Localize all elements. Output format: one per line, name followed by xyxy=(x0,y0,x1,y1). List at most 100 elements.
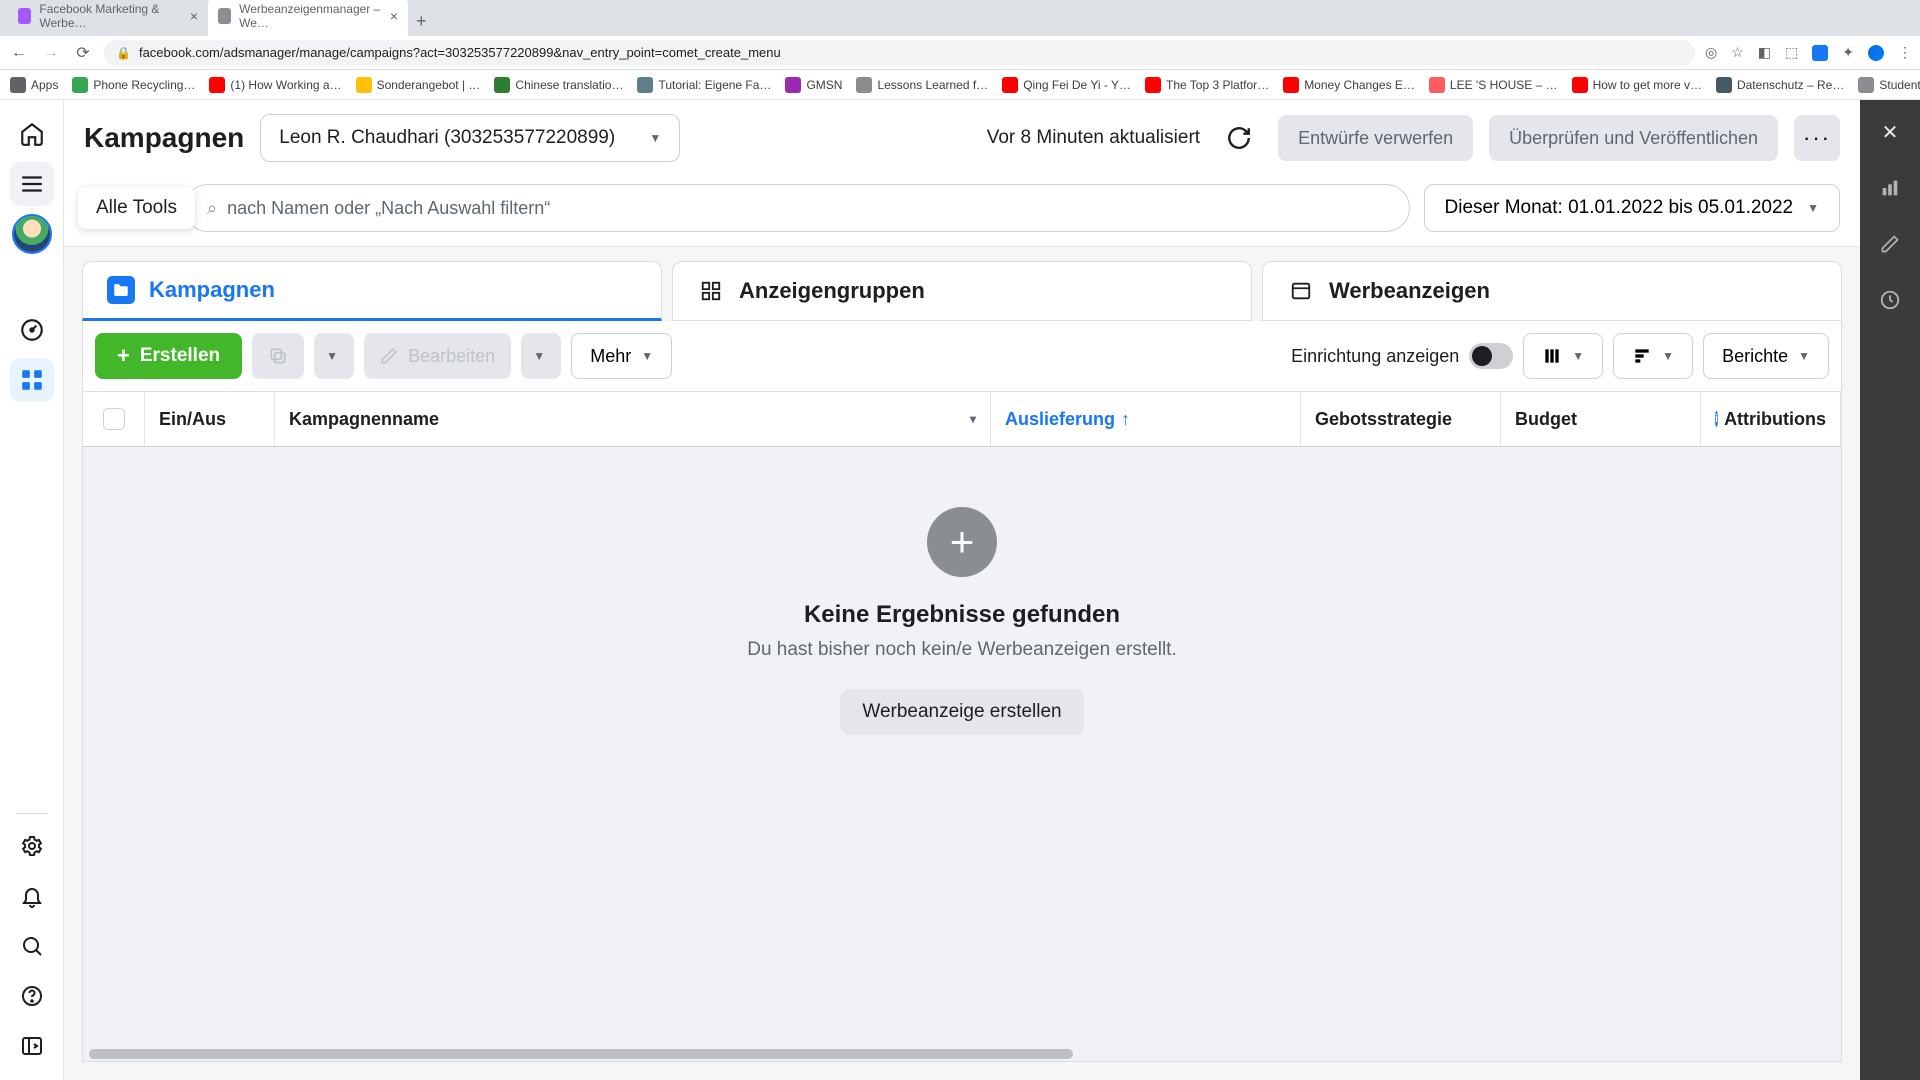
folder-icon xyxy=(107,276,135,304)
bookmark-item[interactable]: Datenschutz – Re… xyxy=(1716,77,1844,93)
chevron-down-icon: ▼ xyxy=(1798,349,1810,363)
menu-icon[interactable]: ⋮ xyxy=(1898,44,1912,61)
search-input[interactable]: ⌕ nach Namen oder „Nach Auswahl filtern“ xyxy=(184,184,1410,232)
column-name[interactable]: Kampagnenname ▾ xyxy=(275,392,991,446)
avatar[interactable] xyxy=(10,212,54,256)
bookmark-item[interactable]: Phone Recycling… xyxy=(72,77,195,93)
create-button[interactable]: + Erstellen xyxy=(95,333,242,379)
edit-icon[interactable] xyxy=(1872,226,1908,262)
tab-adsets[interactable]: Anzeigengruppen xyxy=(672,261,1252,321)
charts-icon[interactable] xyxy=(1872,170,1908,206)
puzzle-icon[interactable]: ✦ xyxy=(1842,44,1854,61)
bookmark-item[interactable]: How to get more v… xyxy=(1572,77,1702,93)
object-tabs: Kampagnen Anzeigengruppen Werbeanzeigen xyxy=(64,247,1860,321)
action-toolbar: + Erstellen ▼ Bearbeiten ▼ Mehr ▼ Einric… xyxy=(82,321,1842,391)
column-attribution[interactable]: i Attributions xyxy=(1701,392,1841,446)
breakdown-dropdown[interactable]: ▼ xyxy=(1613,333,1693,379)
date-range-dropdown[interactable]: Dieser Monat: 01.01.2022 bis 05.01.2022 … xyxy=(1424,184,1840,232)
favicon-icon xyxy=(218,8,231,24)
bookmark-item[interactable]: Sonderangebot | … xyxy=(356,77,481,93)
edit-dropdown: ▼ xyxy=(521,333,561,379)
account-dropdown[interactable]: Leon R. Chaudhari (303253577220899) ▼ xyxy=(260,114,680,162)
bookmark-item[interactable]: Qing Fei De Yi - Y… xyxy=(1002,77,1131,93)
tab-strip: Facebook Marketing & Werbe… × Werbeanzei… xyxy=(0,0,1920,36)
add-circle-icon[interactable]: + xyxy=(927,507,997,577)
back-button[interactable]: ← xyxy=(8,44,30,62)
ext-icon[interactable]: ☆ xyxy=(1731,44,1744,61)
more-options-button[interactable]: ··· xyxy=(1794,115,1840,161)
ads-manager-icon[interactable] xyxy=(10,358,54,402)
close-icon[interactable]: × xyxy=(390,8,398,24)
menu-icon[interactable] xyxy=(10,162,54,206)
column-onoff[interactable]: Ein/Aus xyxy=(145,392,275,446)
bell-icon[interactable] xyxy=(10,874,54,918)
bookmark-item[interactable]: GMSN xyxy=(785,77,842,93)
ext-icon[interactable]: ◧ xyxy=(1758,44,1771,61)
bookmark-item[interactable]: Money Changes E… xyxy=(1283,77,1415,93)
top-bar: Kampagnen Leon R. Chaudhari (30325357722… xyxy=(64,100,1860,176)
close-icon[interactable]: × xyxy=(190,8,198,24)
bookmark-item[interactable]: Lessons Learned f… xyxy=(856,77,988,93)
bookmark-item[interactable]: Tutorial: Eigene Fa… xyxy=(637,77,771,93)
ext-icon[interactable]: ⬚ xyxy=(1785,44,1798,61)
address-bar[interactable]: 🔒 facebook.com/adsmanager/manage/campaig… xyxy=(104,40,1695,66)
chevron-down-icon: ▼ xyxy=(1662,349,1674,363)
column-bid[interactable]: Gebotsstrategie xyxy=(1301,392,1501,446)
bookmark-item[interactable]: Student Wants an… xyxy=(1858,77,1920,93)
home-icon[interactable] xyxy=(10,112,54,156)
reload-button[interactable]: ⟳ xyxy=(72,43,94,63)
close-panel-button[interactable]: ✕ xyxy=(1872,114,1908,150)
more-dropdown[interactable]: Mehr ▼ xyxy=(571,333,672,379)
favicon-icon xyxy=(18,8,31,24)
tab-title: Werbeanzeigenmanager – We… xyxy=(239,2,382,30)
duplicate-dropdown: ▼ xyxy=(314,333,354,379)
ad-icon xyxy=(1287,277,1315,305)
tab-ads[interactable]: Werbeanzeigen xyxy=(1262,261,1842,321)
edit-label: Bearbeiten xyxy=(408,346,495,367)
history-icon[interactable] xyxy=(1872,282,1908,318)
search-icon[interactable] xyxy=(10,924,54,968)
select-all-checkbox[interactable] xyxy=(83,392,145,446)
reports-label: Berichte xyxy=(1722,346,1788,367)
bookmark-item[interactable]: The Top 3 Platfor… xyxy=(1145,77,1269,93)
facebook-icon[interactable] xyxy=(1812,45,1828,61)
review-publish-button[interactable]: Überprüfen und Veröffentlichen xyxy=(1489,115,1778,161)
sort-asc-icon: ↑ xyxy=(1121,409,1130,430)
discard-drafts-button[interactable]: Entwürfe verwerfen xyxy=(1278,115,1473,161)
column-delivery[interactable]: Auslieferung ↑ xyxy=(991,392,1301,446)
gauge-icon[interactable] xyxy=(10,308,54,352)
create-ad-button[interactable]: Werbeanzeige erstellen xyxy=(840,689,1083,735)
tab-campaigns[interactable]: Kampagnen xyxy=(82,261,662,321)
browser-tab[interactable]: Facebook Marketing & Werbe… × xyxy=(8,0,208,36)
page-title: Kampagnen xyxy=(84,122,244,154)
collapse-icon[interactable] xyxy=(10,1024,54,1068)
forward-button[interactable]: → xyxy=(40,44,62,62)
setup-toggle[interactable] xyxy=(1469,343,1513,369)
url-text: facebook.com/adsmanager/manage/campaigns… xyxy=(139,45,781,60)
new-tab-button[interactable]: + xyxy=(408,7,435,36)
chevron-down-icon: ▼ xyxy=(1807,201,1819,215)
app: Kampagnen Leon R. Chaudhari (30325357722… xyxy=(0,100,1920,1080)
empty-heading: Keine Ergebnisse gefunden xyxy=(804,601,1120,629)
grid-icon xyxy=(697,277,725,305)
meta-icon[interactable] xyxy=(1868,45,1884,61)
bookmark-item[interactable]: Chinese translatio… xyxy=(494,77,623,93)
browser-tab[interactable]: Werbeanzeigenmanager – We… × xyxy=(208,0,408,36)
help-icon[interactable] xyxy=(10,974,54,1018)
table-header: Ein/Aus Kampagnenname ▾ Auslieferung ↑ G… xyxy=(82,391,1842,447)
chevron-down-icon: ▼ xyxy=(649,131,661,145)
horizontal-scrollbar[interactable] xyxy=(83,1047,1841,1061)
apps-button[interactable]: Apps xyxy=(10,77,58,93)
bookmark-item[interactable]: LEE 'S HOUSE – … xyxy=(1429,77,1558,93)
info-icon: i xyxy=(1715,411,1718,427)
gear-icon[interactable] xyxy=(10,824,54,868)
columns-dropdown[interactable]: ▼ xyxy=(1523,333,1603,379)
more-label: Mehr xyxy=(590,346,631,367)
reports-dropdown[interactable]: Berichte ▼ xyxy=(1703,333,1829,379)
search-placeholder: nach Namen oder „Nach Auswahl filtern“ xyxy=(227,198,550,219)
bookmark-item[interactable]: (1) How Working a… xyxy=(209,77,341,93)
last-updated: Vor 8 Minuten aktualisiert xyxy=(987,127,1200,149)
ext-icon[interactable]: ◎ xyxy=(1705,44,1717,61)
column-budget[interactable]: Budget xyxy=(1501,392,1701,446)
refresh-button[interactable] xyxy=(1216,115,1262,161)
